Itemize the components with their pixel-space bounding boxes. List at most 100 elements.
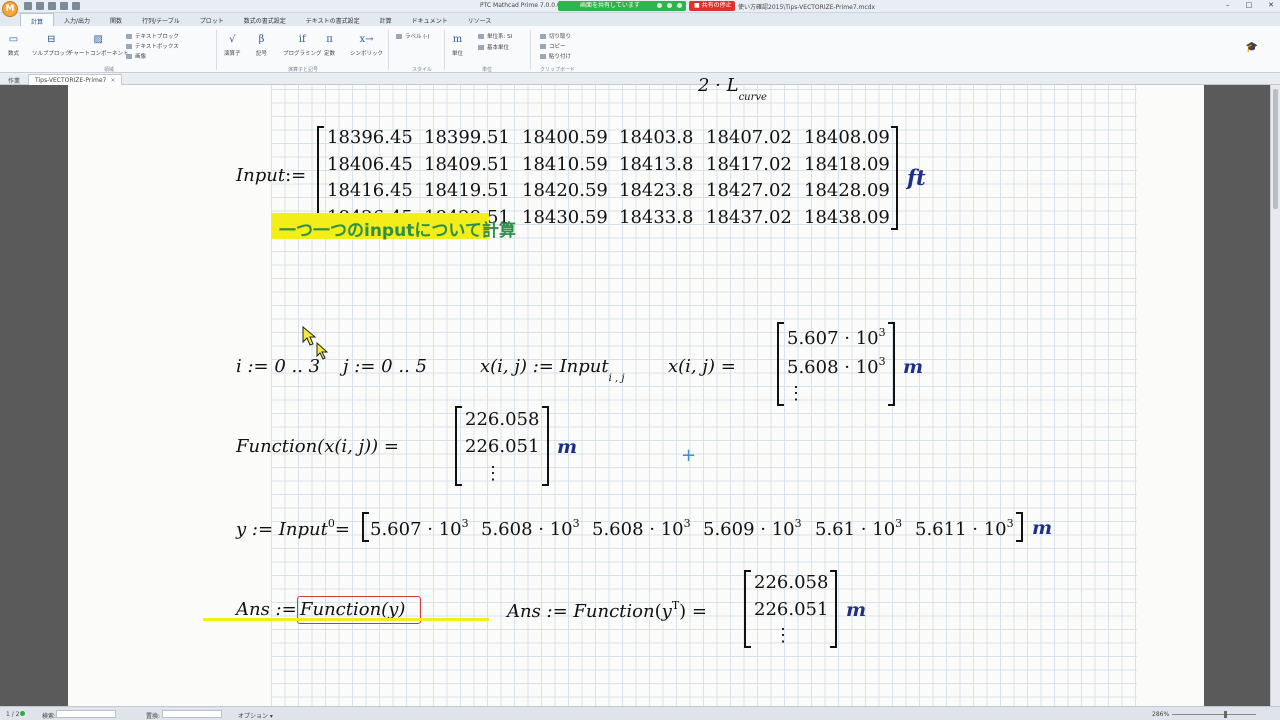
- y-definition[interactable]: y := Input0=: [236, 517, 350, 540]
- cut-button[interactable]: 切り取り: [540, 32, 571, 40]
- chart-component-button[interactable]: ▨ チャートコンポーネント: [68, 34, 128, 57]
- y-row-cell: 5.61 · 103: [815, 517, 902, 540]
- share-settings-icon[interactable]: [677, 3, 682, 8]
- share-text: 画面を共有しています: [580, 2, 640, 9]
- fragment-subscript: curve: [738, 92, 767, 103]
- function-evaluation-lhs[interactable]: Function(x(i, j)) =: [236, 436, 399, 457]
- range-j[interactable]: j := 0 .. 5: [343, 356, 427, 377]
- base-units-button[interactable]: 基本単位: [478, 43, 509, 51]
- ribbon-separator: [388, 30, 389, 70]
- vertical-scrollbar[interactable]: [1270, 85, 1280, 706]
- text-block-button[interactable]: テキストブロック: [126, 32, 179, 40]
- tab-math[interactable]: 計算: [20, 13, 55, 26]
- input-matrix-cell: 18420.59: [522, 180, 608, 201]
- redo-icon[interactable]: [72, 2, 80, 10]
- ans2-left-bracket: [744, 570, 751, 648]
- text-box-button[interactable]: テキストボックス: [126, 42, 179, 50]
- programming-button[interactable]: if プログラミング: [283, 34, 322, 57]
- graduation-cap-icon[interactable]: 🎓: [1246, 42, 1258, 53]
- page-indicator: 1 / 2: [6, 711, 20, 718]
- top-formula-fragment[interactable]: 2 · Lcurve: [698, 75, 767, 103]
- app-menu-button[interactable]: M: [2, 1, 18, 17]
- label-dropdown[interactable]: ラベル (-): [396, 32, 430, 40]
- doc-tab-close-icon[interactable]: ×: [110, 77, 115, 84]
- tab-resources[interactable]: リソース: [458, 13, 502, 26]
- tab-matrices-tables[interactable]: 行列/テーブル: [132, 13, 190, 26]
- symbolic-label: シンボリック: [350, 51, 384, 57]
- beta-icon: β: [258, 34, 265, 45]
- ribbon-separator: [216, 30, 217, 70]
- title-bar: M PTC Mathcad Prime 7.0.0.0 - 画面を共有しています…: [0, 0, 1280, 17]
- tab-plots[interactable]: プロット: [190, 13, 234, 26]
- zoom-slider-thumb[interactable]: [1224, 711, 1227, 718]
- operators-group-label: 演算子と記号: [288, 67, 319, 73]
- ans1-lhs[interactable]: Ans :=: [236, 599, 297, 620]
- ans2-lhs[interactable]: Ans := Function(yT) =: [507, 599, 707, 622]
- stop-sharing-button[interactable]: ■ 共有の停止: [689, 1, 735, 11]
- save-icon[interactable]: [48, 2, 56, 10]
- symbolic-button[interactable]: x→ シンボリック: [350, 34, 383, 57]
- doc-tab-active[interactable]: Tips-VECTORIZE-Prime7 ×: [28, 74, 123, 85]
- y-row-mantissa: 5.61 · 10: [815, 519, 896, 540]
- find-input[interactable]: [56, 710, 116, 718]
- operators-button[interactable]: √ 演算子: [224, 34, 241, 57]
- matrix-right-bracket: [891, 126, 898, 230]
- constants-button[interactable]: π 定数: [324, 34, 335, 57]
- math-region-icon: ▭: [8, 34, 19, 45]
- fragment-text: 2 · L: [698, 75, 739, 96]
- input-matrix-cell: 18428.09: [804, 180, 890, 201]
- units-group-label: 単位: [482, 67, 493, 73]
- input-matrix-cell: 18400.59: [522, 127, 608, 148]
- x-result-exponent-0: 3: [878, 326, 886, 339]
- section-heading[interactable]: 一つ一つのinputについて計算: [279, 216, 516, 241]
- input-matrix-cell: 18406.45: [327, 154, 413, 175]
- input-matrix-cell: 18410.59: [522, 154, 608, 175]
- paste-button[interactable]: 貼り付け: [540, 52, 571, 60]
- replace-input[interactable]: [162, 710, 222, 718]
- zoom-slider[interactable]: [1172, 711, 1256, 718]
- units-button[interactable]: m 単位: [452, 34, 463, 57]
- pi-icon: π: [326, 34, 333, 45]
- close-icon[interactable]: ✕: [1268, 1, 1274, 9]
- maximize-icon[interactable]: □: [1246, 1, 1253, 9]
- doc-tab-work[interactable]: 作業: [8, 76, 20, 85]
- minimize-icon[interactable]: –: [1226, 1, 1230, 9]
- calc-status-icon: [20, 711, 25, 716]
- options-dropdown[interactable]: オプション ▾: [238, 711, 273, 720]
- x-result-left-bracket: [777, 322, 784, 406]
- tab-document[interactable]: ドキュメント: [402, 13, 458, 26]
- input-definition-lhs[interactable]: Input:=: [236, 165, 306, 186]
- input-matrix-cell: 18409.51: [424, 154, 510, 175]
- if-icon: if: [298, 34, 306, 45]
- y-row-right-bracket: [1016, 512, 1023, 542]
- undo-icon[interactable]: [60, 2, 68, 10]
- tab-math-formatting[interactable]: 数式の書式設定: [234, 13, 296, 26]
- x-result-ellipsis: ⋮: [787, 383, 805, 404]
- ans1-rhs[interactable]: Function(y): [300, 599, 405, 620]
- new-icon[interactable]: [24, 2, 32, 10]
- input-matrix-cell: 18403.8: [619, 127, 694, 148]
- open-icon[interactable]: [36, 2, 44, 10]
- symbols-button[interactable]: β 記号: [256, 34, 267, 57]
- image-button[interactable]: 画像: [126, 52, 146, 60]
- fn-result-cell-1: 226.051: [465, 436, 540, 457]
- tab-functions[interactable]: 関数: [100, 13, 132, 26]
- tab-calculation[interactable]: 計算: [370, 13, 402, 26]
- x-result-cell-1: 5.608 · 103: [787, 355, 886, 378]
- assign-operator: :=: [285, 165, 307, 186]
- x-definition[interactable]: x(i, j) := Inputi , j: [480, 356, 624, 384]
- math-region-button[interactable]: ▭ 数式: [8, 34, 19, 57]
- x-evaluation-lhs[interactable]: x(i, j) =: [668, 356, 736, 377]
- solve-block-button[interactable]: ⊟ ソルブブロック: [32, 34, 71, 57]
- share-pause-icon[interactable]: [667, 3, 672, 8]
- ans2-text: Ans := Function: [507, 601, 655, 622]
- unit-system-dropdown[interactable]: 単位系: SI: [478, 32, 512, 40]
- tab-text-formatting[interactable]: テキストの書式設定: [296, 13, 370, 26]
- tab-input-output[interactable]: 入力/出力: [54, 13, 100, 26]
- share-eye-icon[interactable]: [657, 3, 662, 8]
- y-row-exponent: 3: [794, 517, 802, 530]
- copy-button[interactable]: コピー: [540, 42, 566, 50]
- scrollbar-thumb[interactable]: [1273, 89, 1278, 209]
- mathcad-window: M PTC Mathcad Prime 7.0.0.0 - 画面を共有しています…: [0, 0, 1280, 720]
- y-row-cell: 5.609 · 103: [703, 517, 802, 540]
